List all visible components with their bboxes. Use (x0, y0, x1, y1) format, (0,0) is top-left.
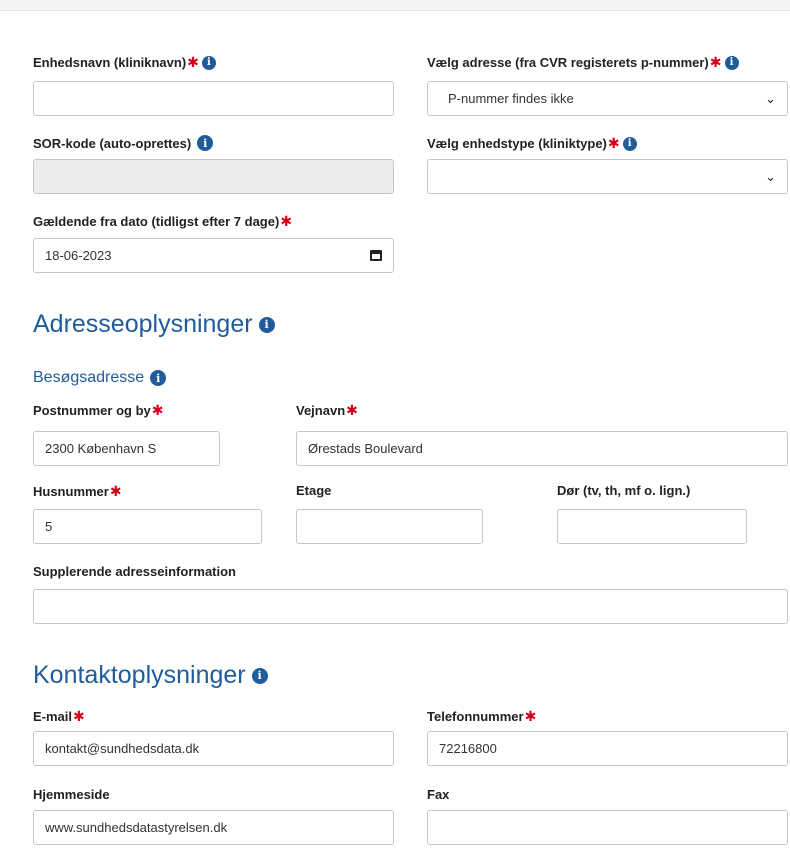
required-asterisk: ✱ (187, 54, 199, 70)
extra-address-input[interactable] (33, 589, 788, 624)
required-asterisk: ✱ (346, 402, 358, 418)
floor-input[interactable] (296, 509, 483, 544)
required-asterisk: ✱ (280, 213, 293, 229)
info-icon[interactable]: i (150, 370, 167, 386)
unit-name-label-text: Enhedsnavn (kliniknavn) (33, 55, 187, 70)
postal-value: 2300 København S (45, 441, 157, 456)
calendar-icon[interactable] (370, 250, 382, 261)
info-icon[interactable]: i (258, 316, 275, 333)
address-select-label: Vælg adresse (fra CVR registerets p-numm… (427, 54, 739, 71)
unit-name-label: Enhedsnavn (kliniknavn) ✱ i (33, 54, 216, 71)
door-input[interactable] (557, 509, 747, 544)
required-asterisk: ✱ (524, 708, 537, 724)
address-heading-text: Adresseoplysninger (33, 310, 253, 338)
house-number-label-text: Husnummer (33, 484, 109, 499)
info-icon[interactable]: i (201, 55, 216, 70)
required-asterisk: ✱ (73, 708, 85, 724)
address-select-label-text: Vælg adresse (fra CVR registerets p-numm… (427, 55, 709, 70)
visit-address-heading: Besøgsadresse i (33, 369, 167, 387)
visit-address-heading-text: Besøgsadresse (33, 369, 145, 386)
postal-label: Postnummer og by ✱ (33, 402, 163, 419)
email-label: E-mail ✱ (33, 708, 85, 725)
website-label: Hjemmeside (33, 787, 110, 802)
unit-type-select[interactable]: ⌄ (427, 159, 788, 194)
house-number-value: 5 (45, 519, 53, 534)
address-select[interactable]: P-nummer findes ikke ⌄ (427, 81, 788, 116)
fax-label: Fax (427, 787, 449, 802)
unit-name-input[interactable] (33, 81, 394, 116)
chevron-down-icon: ⌄ (765, 168, 776, 184)
street-label-text: Vejnavn (296, 403, 346, 418)
sor-code-label: SOR-kode (auto-oprettes) i (33, 135, 214, 151)
contact-heading-text: Kontaktoplysninger (33, 661, 246, 689)
contact-heading: Kontaktoplysninger i (33, 661, 268, 690)
address-select-value: P-nummer findes ikke (448, 91, 574, 106)
postal-input[interactable]: 2300 København S (33, 431, 220, 466)
valid-from-date-value: 18-06-2023 (45, 248, 112, 263)
extra-address-label: Supplerende adresseinformation (33, 564, 236, 579)
house-number-input[interactable]: 5 (33, 509, 262, 544)
website-input[interactable]: www.sundhedsdatastyrelsen.dk (33, 810, 394, 845)
fax-label-text: Fax (427, 787, 450, 802)
floor-label-text: Etage (296, 483, 332, 498)
required-asterisk: ✱ (151, 402, 164, 418)
phone-label-text: Telefonnummer (427, 709, 524, 724)
street-label: Vejnavn ✱ (296, 402, 358, 419)
fax-input[interactable] (427, 810, 788, 845)
address-heading: Adresseoplysninger i (33, 310, 275, 339)
phone-input[interactable]: 72216800 (427, 731, 788, 766)
valid-from-date-input[interactable]: 18-06-2023 (33, 238, 394, 273)
sor-code-input (33, 159, 394, 194)
sor-code-label-text: SOR-kode (auto-oprettes) (33, 135, 192, 151)
street-value: Ørestads Boulevard (308, 441, 423, 456)
floor-label: Etage (296, 483, 331, 498)
website-value: www.sundhedsdatastyrelsen.dk (45, 820, 228, 835)
unit-type-label: Vælg enhedstype (kliniktype) ✱ i (427, 135, 637, 152)
info-icon[interactable]: i (197, 135, 214, 151)
chevron-down-icon: ⌄ (765, 90, 776, 106)
email-label-text: E-mail (33, 709, 73, 724)
extra-address-label-text: Supplerende adresseinformation (33, 564, 236, 579)
valid-from-label: Gældende fra dato (tidligst efter 7 dage… (33, 213, 292, 230)
top-bar (0, 0, 790, 11)
door-label: Dør (tv, th, mf o. lign.) (557, 483, 690, 498)
street-input[interactable]: Ørestads Boulevard (296, 431, 788, 466)
info-icon[interactable]: i (724, 55, 739, 70)
phone-label: Telefonnummer ✱ (427, 708, 536, 725)
house-number-label: Husnummer ✱ (33, 483, 122, 500)
required-asterisk: ✱ (607, 135, 620, 151)
postal-label-text: Postnummer og by (33, 403, 151, 418)
email-input[interactable]: kontakt@sundhedsdata.dk (33, 731, 394, 766)
website-label-text: Hjemmeside (33, 787, 110, 802)
valid-from-label-text: Gældende fra dato (tidligst efter 7 dage… (33, 214, 280, 229)
required-asterisk: ✱ (109, 483, 122, 499)
required-asterisk: ✱ (709, 54, 722, 70)
info-icon[interactable]: i (622, 136, 637, 151)
email-value: kontakt@sundhedsdata.dk (45, 741, 200, 756)
unit-type-label-text: Vælg enhedstype (kliniktype) (427, 136, 607, 151)
phone-value: 72216800 (439, 741, 497, 756)
door-label-text: Dør (tv, th, mf o. lign.) (557, 483, 691, 498)
info-icon[interactable]: i (251, 667, 268, 684)
